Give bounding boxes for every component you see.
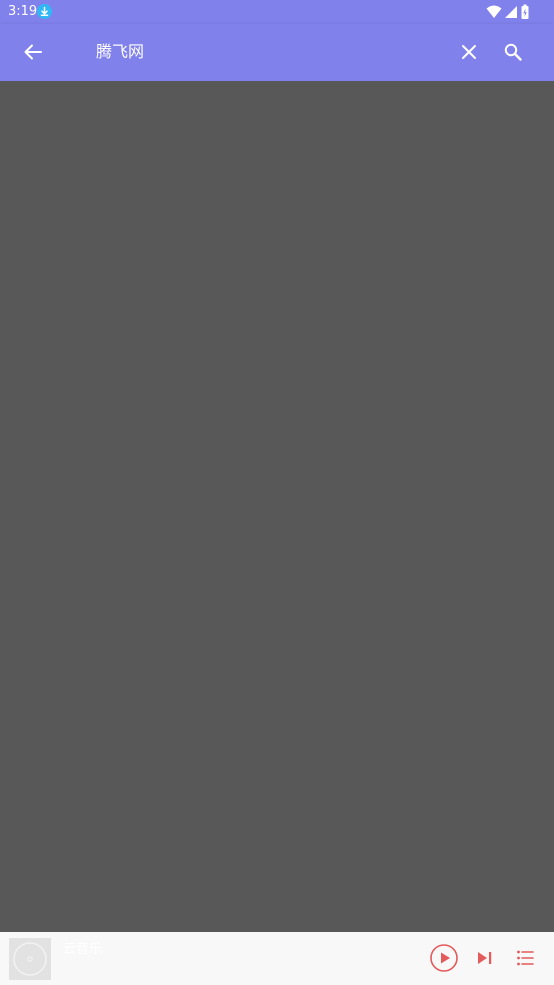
play-button[interactable] [428, 942, 460, 974]
status-time: 3:19 [8, 4, 38, 19]
signal-icon [505, 6, 517, 18]
track-title: 云音乐 [63, 942, 103, 957]
next-track-button[interactable] [469, 942, 501, 974]
close-icon [462, 45, 476, 59]
search-toolbar [0, 24, 554, 81]
battery-icon [521, 4, 529, 19]
status-icons [484, 4, 530, 20]
mini-player-bar[interactable]: 云音乐 [0, 932, 554, 985]
back-button[interactable] [13, 32, 53, 72]
disc-icon [13, 942, 47, 976]
wifi-icon [486, 5, 502, 18]
clear-search-button[interactable] [449, 32, 489, 72]
playlist-icon [517, 950, 534, 966]
download-icon [37, 4, 52, 19]
playlist-button[interactable] [509, 942, 541, 974]
search-button[interactable] [493, 32, 533, 72]
skip-next-icon [478, 952, 492, 964]
status-bar: 3:19 [0, 0, 554, 24]
search-input[interactable] [96, 39, 436, 65]
album-art[interactable] [9, 938, 51, 980]
back-arrow-icon [24, 44, 42, 60]
search-results-area [0, 81, 554, 932]
play-icon [430, 944, 458, 972]
search-icon [504, 43, 522, 61]
